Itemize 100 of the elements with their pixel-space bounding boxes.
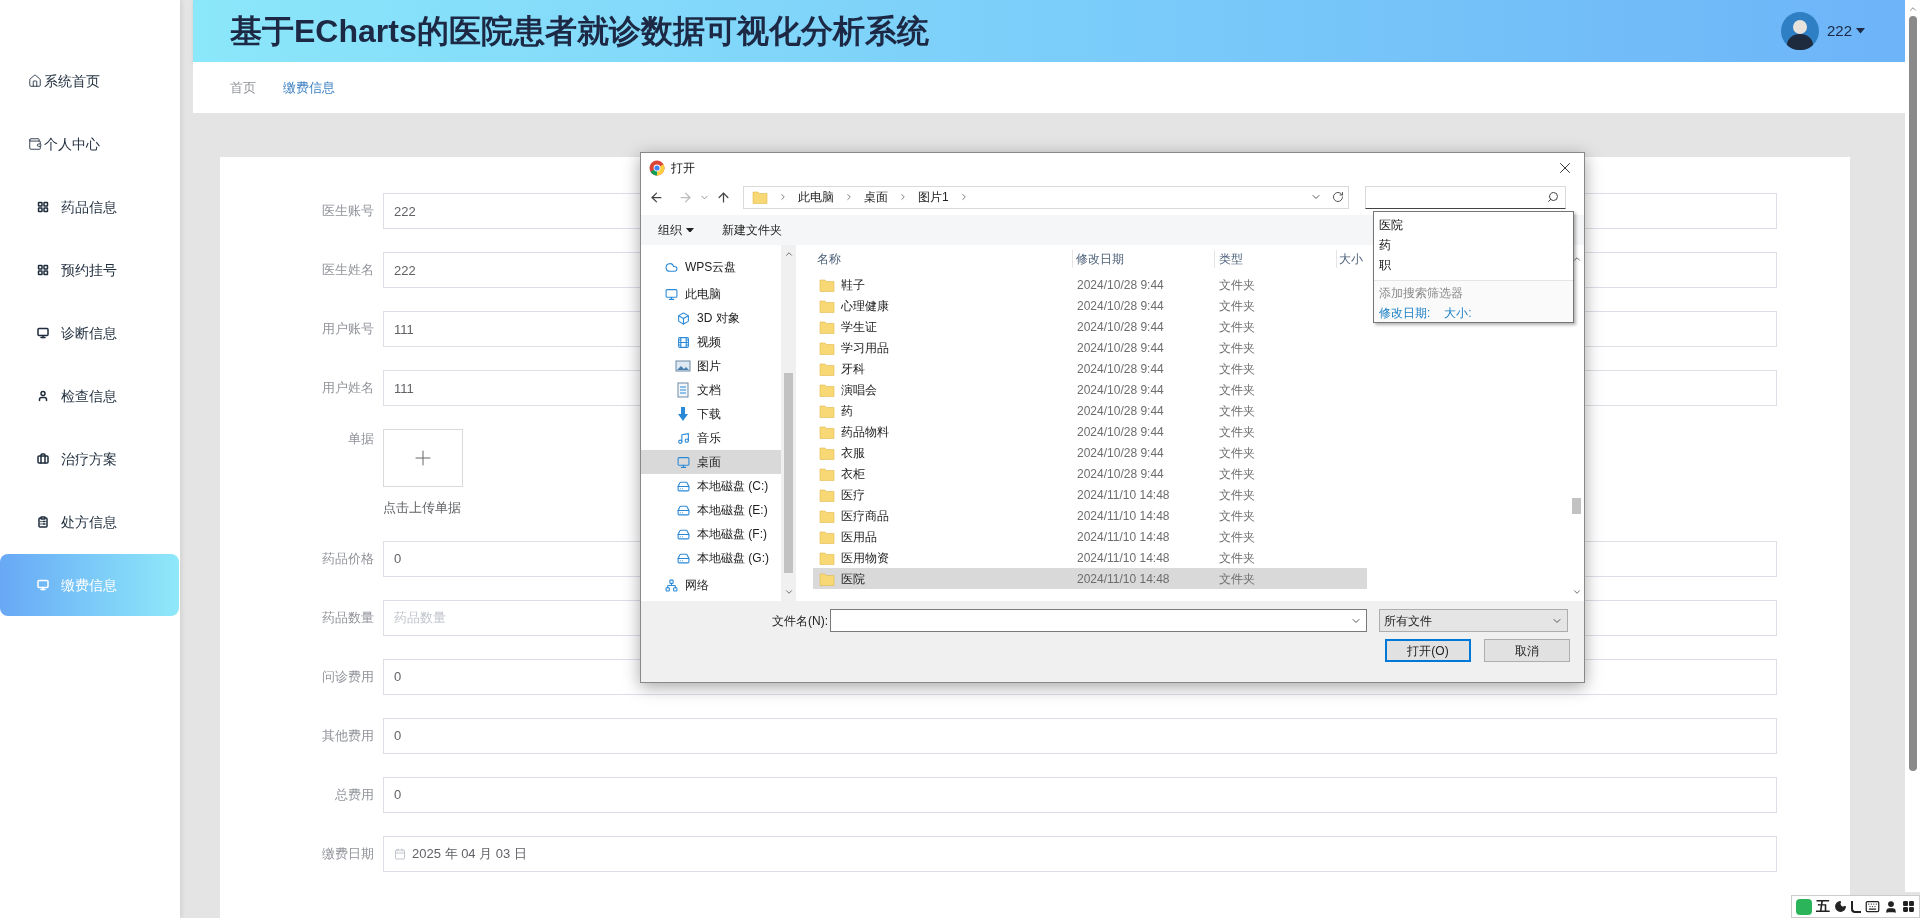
nav-item[interactable]: 本地磁盘 (F:) (641, 522, 781, 546)
field-label: 单据 (347, 430, 375, 448)
path-segment[interactable]: 此电脑 (798, 188, 834, 206)
folder-icon (819, 319, 835, 334)
ime-mode[interactable]: 五 (1816, 896, 1830, 917)
filename-field[interactable] (830, 609, 1367, 632)
nav-item[interactable]: 此电脑 (641, 282, 781, 306)
sidebar-item[interactable]: 处方信息 (0, 491, 179, 553)
up-icon[interactable] (716, 189, 731, 205)
open-button[interactable]: 打开(O) (1385, 639, 1471, 662)
filter-link[interactable]: 大小: (1444, 304, 1472, 322)
column-header[interactable]: 名称 (813, 250, 1073, 268)
avatar[interactable] (1780, 12, 1819, 50)
file-row[interactable]: 演唱会 2024/10/28 9:44 文件夹 (813, 379, 1367, 400)
scroll-up-icon[interactable] (783, 249, 794, 259)
file-row[interactable]: 心理健康 2024/10/28 9:44 文件夹 (813, 295, 1367, 316)
nav-item[interactable]: 图片 (641, 354, 781, 378)
scroll-down-icon[interactable] (1571, 587, 1582, 597)
field-label: 用户账号 (321, 320, 375, 339)
sidebar-item[interactable]: 诊断信息 (0, 302, 179, 364)
page-scrollbar[interactable] (1905, 0, 1920, 892)
file-row[interactable]: 学生证 2024/10/28 9:44 文件夹 (813, 316, 1367, 337)
file-type: 文件夹 (1219, 381, 1256, 399)
path-segment[interactable]: 图片1 (918, 188, 949, 206)
caret-icon (1856, 28, 1865, 34)
file-row[interactable]: 牙科 2024/10/28 9:44 文件夹 (813, 358, 1367, 379)
field-label: 药品价格 (321, 549, 375, 568)
file-date: 2024/10/28 9:44 (1077, 297, 1165, 315)
file-row[interactable]: 医疗 2024/11/10 14:48 文件夹 (813, 484, 1367, 505)
nav-item[interactable]: 文档 (641, 378, 781, 402)
download-icon (675, 406, 691, 422)
nav-item[interactable]: 本地磁盘 (C:) (641, 474, 781, 498)
document-icon (675, 382, 691, 398)
nav-item[interactable]: 本地磁盘 (E:) (641, 498, 781, 522)
file-row[interactable]: 医用物资 2024/11/10 14:48 文件夹 (813, 547, 1367, 568)
folder-icon (819, 298, 835, 313)
keyboard-icon[interactable] (1865, 899, 1880, 914)
file-row[interactable]: 医院 2024/11/10 14:48 文件夹 (813, 568, 1367, 589)
file-name: 学生证 (841, 318, 877, 336)
new-folder-button[interactable]: 新建文件夹 (722, 221, 782, 239)
date-field[interactable]: 2025 年 04 月 03 日 (383, 835, 1777, 872)
search-suggestion[interactable]: 职 (1379, 255, 1573, 275)
sidebar-item[interactable]: 预约挂号 (0, 239, 179, 301)
picture-icon (675, 358, 691, 374)
nav-item[interactable]: 3D 对象 (641, 306, 781, 330)
nav-item[interactable]: 网络 (641, 573, 781, 597)
caret-icon (686, 227, 694, 233)
text-field[interactable]: 0 (383, 776, 1777, 813)
file-row[interactable]: 药 2024/10/28 9:44 文件夹 (813, 400, 1367, 421)
sidebar-item[interactable]: 药品信息 (0, 176, 179, 238)
file-date: 2024/11/10 14:48 (1077, 507, 1171, 525)
scroll-thumb[interactable] (784, 373, 793, 573)
organize-button[interactable]: 组织 (658, 221, 694, 239)
cancel-button[interactable]: 取消 (1484, 639, 1570, 662)
column-header[interactable]: 类型 (1215, 250, 1337, 268)
file-row[interactable]: 衣柜 2024/10/28 9:44 文件夹 (813, 463, 1367, 484)
breadcrumb-item[interactable]: 缴费信息 (283, 77, 335, 98)
nav-item[interactable]: 视频 (641, 330, 781, 354)
file-row[interactable]: 衣服 2024/10/28 9:44 文件夹 (813, 442, 1367, 463)
nav-item[interactable]: 本地磁盘 (G:) (641, 546, 781, 570)
file-name: 医用物资 (841, 549, 889, 567)
scroll-up-icon[interactable] (1907, 4, 1918, 14)
scrollbar[interactable] (781, 245, 796, 601)
search-field[interactable] (1365, 185, 1566, 209)
scroll-thumb[interactable] (1908, 16, 1917, 771)
sidebar-item[interactable]: 治疗方案 (0, 428, 179, 490)
user-menu[interactable]: 222 (1826, 19, 1865, 43)
file-row[interactable]: 医疗商品 2024/11/10 14:48 文件夹 (813, 505, 1367, 526)
sidebar-item[interactable]: 系统首页 (0, 50, 179, 112)
folder-icon (819, 550, 835, 565)
nav-item[interactable]: 音乐 (641, 426, 781, 450)
search-suggestion[interactable]: 医院 (1379, 215, 1573, 235)
column-header[interactable]: 修改日期 (1073, 250, 1215, 268)
forward-icon[interactable] (678, 189, 693, 205)
grid-icon[interactable] (1902, 900, 1915, 913)
filter-link[interactable]: 修改日期: (1379, 304, 1431, 322)
scroll-down-icon[interactable] (783, 587, 794, 597)
file-row[interactable]: 鞋子 2024/10/28 9:44 文件夹 (813, 274, 1367, 295)
file-type-select[interactable]: 所有文件 (1379, 609, 1568, 632)
user-icon[interactable] (1884, 899, 1898, 914)
back-icon[interactable] (649, 189, 664, 205)
address-bar[interactable]: 此电脑 桌面 图片1 (743, 185, 1349, 209)
scroll-up-icon[interactable] (1571, 254, 1582, 264)
text-field[interactable]: 0 (383, 717, 1777, 754)
sidebar-item[interactable]: 检查信息 (0, 365, 179, 427)
search-suggestion[interactable]: 药 (1379, 235, 1573, 255)
file-row[interactable]: 药品物料 2024/10/28 9:44 文件夹 (813, 421, 1367, 442)
moon-icon[interactable] (1834, 900, 1847, 913)
sidebar-item[interactable]: 个人中心 (0, 113, 179, 175)
refresh-icon[interactable] (1332, 191, 1344, 203)
file-date: 2024/11/10 14:48 (1077, 486, 1171, 504)
nav-item[interactable]: 下载 (641, 402, 781, 426)
file-row[interactable]: 医用品 2024/11/10 14:48 文件夹 (813, 526, 1367, 547)
path-segment[interactable]: 桌面 (864, 188, 888, 206)
nav-item[interactable]: WPS云盘 (641, 255, 781, 279)
menu-icon (37, 390, 49, 402)
nav-item[interactable]: 桌面 (641, 450, 781, 474)
scroll-thumb[interactable] (1572, 497, 1581, 514)
folder-icon (819, 487, 835, 502)
file-row[interactable]: 学习用品 2024/10/28 9:44 文件夹 (813, 337, 1367, 358)
